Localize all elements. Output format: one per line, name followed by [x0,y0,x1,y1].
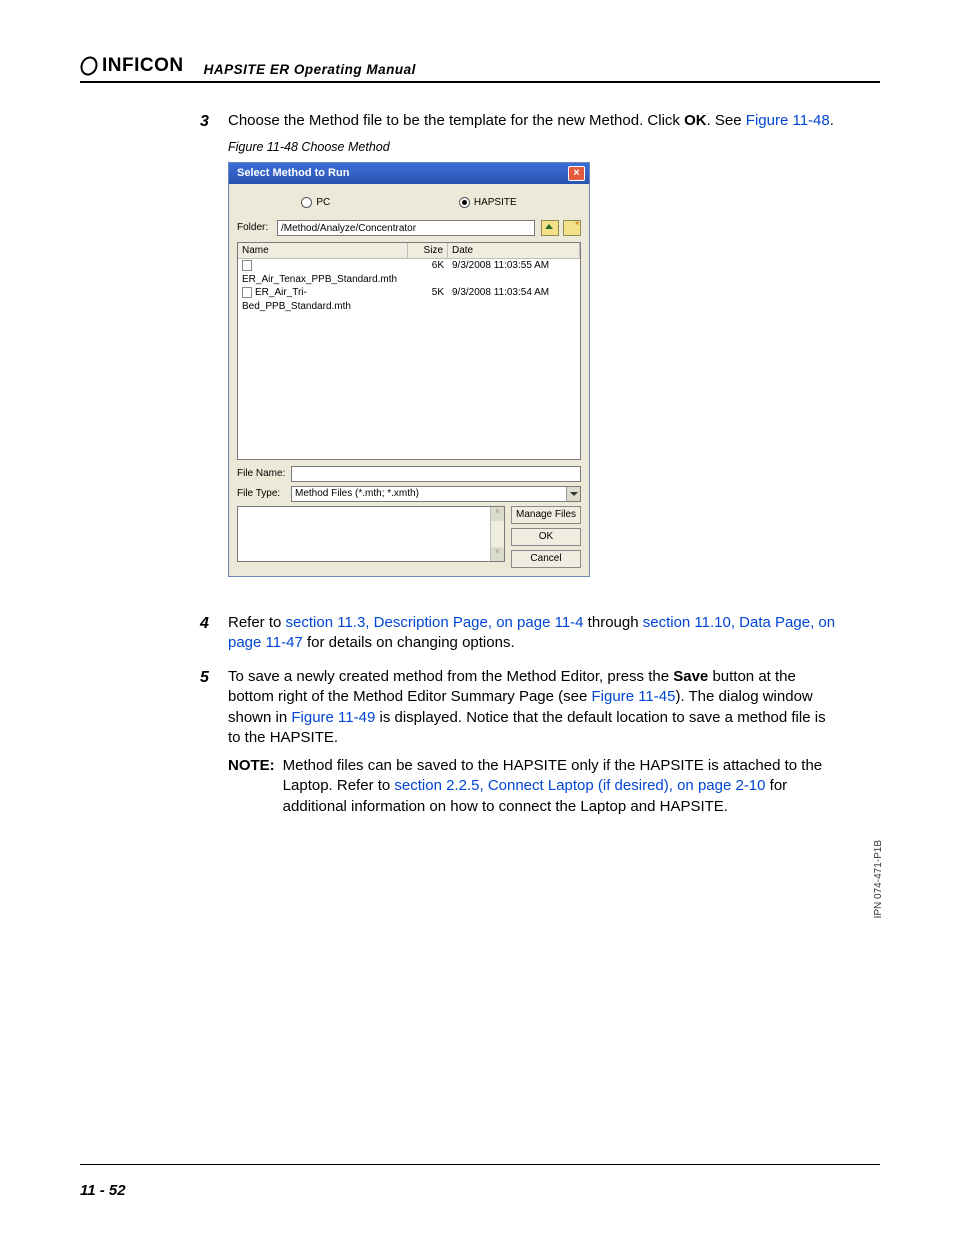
file-row[interactable]: ER_Air_Tenax_PPB_Standard.mth 6K 9/3/200… [238,259,580,286]
file-list[interactable]: Name Size Date ER_Air_Tenax_PPB_Standard… [237,242,581,460]
note-label: NOTE: [228,756,275,817]
text: . [830,112,834,129]
xref-figure-11-45[interactable]: Figure 11-45 [592,688,676,705]
select-method-dialog: Select Method to Run × PC HAPSITE [228,162,590,577]
file-date: 9/3/2008 11:03:55 AM [448,259,580,286]
text: Refer to [228,614,286,631]
close-icon[interactable]: × [568,166,585,181]
step-number: 4 [200,613,214,654]
file-name-label: File Name: [237,467,287,481]
note: NOTE: Method files can be saved to the H… [228,756,840,817]
radio-label: PC [316,196,330,210]
text: . See [707,112,746,129]
folder-input[interactable]: /Method/Analyze/Concentrator [277,220,535,236]
cancel-button[interactable]: Cancel [511,550,581,568]
col-date[interactable]: Date [448,243,580,259]
step-body: To save a newly created method from the … [228,667,840,817]
text: To save a newly created method from the … [228,668,673,685]
step-3: 3 Choose the Method file to be the templ… [200,111,840,599]
page-number: 11 - 52 [80,1182,126,1199]
file-icon [242,287,252,298]
step-number: 5 [200,667,214,817]
note-body: Method files can be saved to the HAPSITE… [283,756,840,817]
step-body: Refer to section 11.3, Description Page,… [228,613,840,654]
location-radio-group: PC HAPSITE [237,190,581,220]
file-name: ER_Air_Tenax_PPB_Standard.mth [242,274,397,285]
xref-figure-11-48[interactable]: Figure 11-48 [746,112,830,129]
file-type-label: File Type: [237,487,287,501]
text: for details on changing options. [303,634,515,651]
file-size: 5K [408,286,448,313]
xref-section-2-2-5[interactable]: section 2.2.5, Connect Laptop (if desire… [394,777,765,794]
step-body: Choose the Method file to be the templat… [228,111,840,599]
file-row[interactable]: ER_Air_Tri-Bed_PPB_Standard.mth 5K 9/3/2… [238,286,580,313]
folder-value: /Method/Analyze/Concentrator [281,223,416,234]
step-4: 4 Refer to section 11.3, Description Pag… [200,613,840,654]
bold-save: Save [673,668,708,685]
file-type-value: Method Files (*.mth; *.xmth) [295,487,419,501]
file-type-combo[interactable]: Method Files (*.mth; *.xmth) [291,486,581,502]
figure-caption: Figure 11-48 Choose Method [228,139,840,156]
file-name-input[interactable] [291,466,581,482]
file-date: 9/3/2008 11:03:54 AM [448,286,580,313]
step-5: 5 To save a newly created method from th… [200,667,840,817]
col-size[interactable]: Size [408,243,448,259]
chevron-down-icon [566,487,580,501]
main-content: 3 Choose the Method file to be the templ… [200,111,840,817]
scrollbar[interactable]: ˄ ˅ [490,507,504,561]
folder-label: Folder: [237,221,271,235]
new-folder-icon[interactable] [563,220,581,236]
brand-logo: INFICON [80,55,184,77]
page-header: INFICON HAPSITE ER Operating Manual [80,55,880,83]
text: through [584,614,643,631]
dialog-titlebar: Select Method to Run × [229,163,589,184]
manage-files-button[interactable]: Manage Files [511,506,581,524]
radio-icon [459,197,470,208]
radio-label: HAPSITE [474,196,517,210]
ipn-code: IPN 074-471-P1B [873,840,884,918]
radio-icon [301,197,312,208]
file-list-header: Name Size Date [238,243,580,260]
folder-up-icon[interactable] [541,220,559,236]
manual-subtitle: HAPSITE ER Operating Manual [204,62,416,77]
file-icon [242,260,252,271]
step-number: 3 [200,111,214,599]
scroll-up-icon[interactable]: ˄ [491,507,504,521]
brand-text: INFICON [102,55,184,77]
ok-button[interactable]: OK [511,528,581,546]
bold-ok: OK [684,112,707,129]
dialog-title: Select Method to Run [237,166,349,181]
file-size: 6K [408,259,448,286]
xref-figure-11-49[interactable]: Figure 11-49 [291,709,375,726]
logo-mark-icon [77,54,100,77]
col-name[interactable]: Name [238,243,408,259]
scroll-down-icon[interactable]: ˅ [491,547,504,561]
text: Choose the Method file to be the templat… [228,112,684,129]
radio-hapsite[interactable]: HAPSITE [459,196,517,210]
xref-section-11-3[interactable]: section 11.3, Description Page, on page … [286,614,584,631]
message-area: ˄ ˅ [237,506,505,562]
radio-pc[interactable]: PC [301,196,330,210]
footer-rule [80,1164,880,1165]
file-name: ER_Air_Tri-Bed_PPB_Standard.mth [242,287,351,312]
